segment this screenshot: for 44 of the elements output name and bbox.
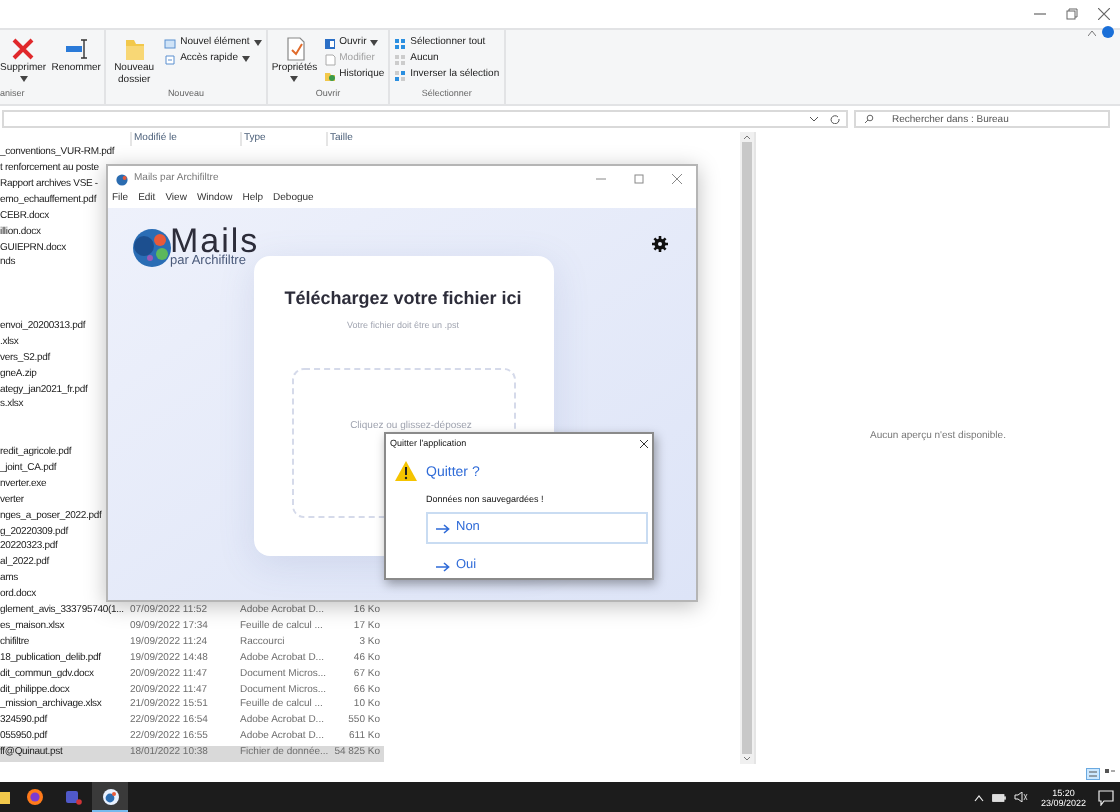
caret-icon: [19, 75, 28, 81]
team-chat-icon[interactable]: [64, 788, 82, 806]
app-logo-icon: [116, 173, 128, 185]
chevron-icon[interactable]: [810, 116, 818, 122]
folder-icon[interactable]: [0, 789, 10, 805]
document-check-icon: [281, 36, 308, 62]
close-icon[interactable]: [1098, 8, 1110, 20]
warning-icon: [394, 460, 418, 482]
caret-icon: [290, 75, 299, 81]
select-all-icon: [394, 37, 407, 49]
upload-title: Téléchargez votre fichier ici: [284, 286, 522, 312]
edit-icon: [323, 53, 336, 65]
caret-icon: [370, 40, 379, 46]
speaker-icon[interactable]: [1014, 792, 1029, 802]
taskbar-app-button[interactable]: [92, 782, 128, 812]
notification-icon[interactable]: [1098, 789, 1114, 805]
refresh-icon[interactable]: [830, 114, 840, 124]
search-icon: [864, 114, 874, 124]
arrow-right-icon: [436, 523, 450, 534]
arrow-right-icon: [436, 561, 450, 572]
close-icon[interactable]: [640, 440, 648, 448]
app-logo-icon: [101, 787, 119, 805]
browser-icon[interactable]: [26, 788, 44, 806]
select-none-icon: [394, 53, 407, 65]
folder-icon: [121, 36, 148, 62]
caret-icon: [241, 56, 250, 62]
settings-icon[interactable]: [652, 236, 668, 252]
chevron-up-icon[interactable]: [974, 793, 985, 801]
address-field[interactable]: [2, 110, 848, 128]
logo-name: Mails: [170, 226, 260, 256]
collapse-icon[interactable]: [1088, 29, 1096, 35]
history-icon: [323, 69, 336, 81]
help-icon[interactable]: [1102, 26, 1114, 38]
scrollbar-thumb[interactable]: [742, 142, 752, 754]
rename-icon: [63, 36, 90, 62]
delete-icon: [10, 36, 37, 62]
new-item-icon: [164, 37, 177, 49]
open-icon: [323, 37, 336, 49]
tiles-view-icon[interactable]: [1104, 768, 1116, 778]
caret-icon: [253, 40, 262, 46]
restore-icon[interactable]: [1066, 8, 1078, 20]
battery-icon[interactable]: [992, 793, 1007, 801]
invert-selection-icon: [394, 69, 407, 81]
logo-icon: [132, 227, 172, 267]
